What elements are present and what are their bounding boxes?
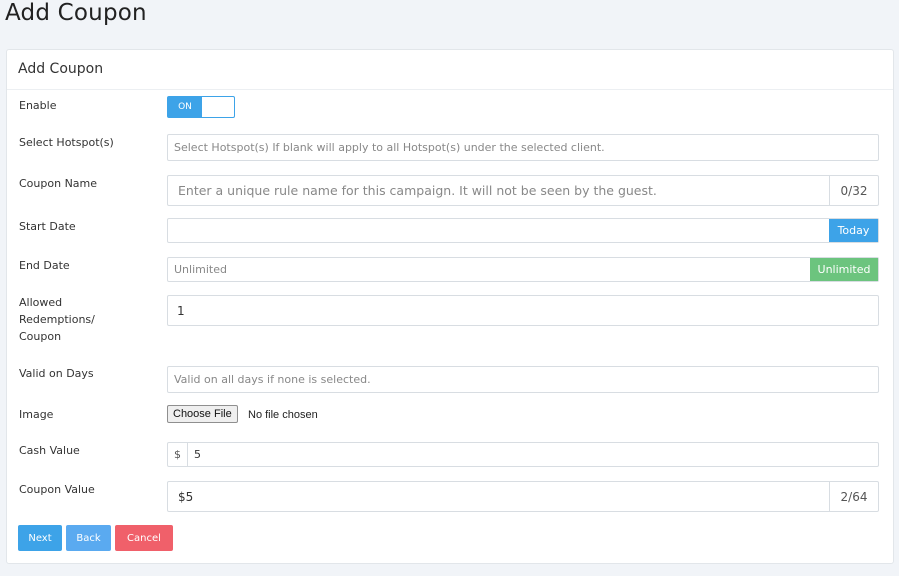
hotspots-placeholder: Select Hotspot(s) If blank will apply to… <box>174 141 605 154</box>
coupon-name-counter: 0/32 <box>829 176 878 205</box>
unlimited-button[interactable]: Unlimited <box>810 258 878 281</box>
enable-toggle[interactable]: ON <box>167 96 235 118</box>
cash-value-input[interactable]: $ 5 <box>167 442 879 467</box>
page-title: Add Coupon <box>5 0 147 26</box>
coupon-name-input[interactable]: Enter a unique rule name for this campai… <box>167 175 879 206</box>
redemptions-value: 1 <box>177 303 185 318</box>
cancel-button[interactable]: Cancel <box>115 525 173 551</box>
coupon-value-label: Coupon Value <box>19 483 95 496</box>
end-date-input[interactable]: Unlimited Unlimited <box>167 257 879 282</box>
valid-days-placeholder: Valid on all days if none is selected. <box>174 373 371 386</box>
enable-label: Enable <box>19 99 57 112</box>
panel-divider <box>7 89 893 90</box>
coupon-name-label: Coupon Name <box>19 177 98 190</box>
choose-file-button[interactable]: Choose File <box>167 405 238 423</box>
coupon-value-counter: 2/64 <box>829 482 878 511</box>
redemptions-input[interactable]: 1 <box>167 295 879 326</box>
hotspots-label: Select Hotspot(s) <box>19 136 114 149</box>
image-label: Image <box>19 408 54 421</box>
end-date-label: End Date <box>19 259 70 272</box>
panel-title: Add Coupon <box>18 61 104 77</box>
next-button[interactable]: Next <box>18 525 62 551</box>
coupon-value: $5 <box>178 489 194 504</box>
end-date-placeholder: Unlimited <box>174 263 227 276</box>
file-status: No file chosen <box>248 409 318 421</box>
coupon-name-placeholder: Enter a unique rule name for this campai… <box>178 183 657 198</box>
redemptions-label: Allowed Redemptions/ Coupon <box>19 296 95 343</box>
start-date-input[interactable]: Today <box>167 218 879 243</box>
currency-prefix: $ <box>168 443 188 466</box>
cash-value: 5 <box>194 448 201 461</box>
toggle-on-label: ON <box>168 97 202 117</box>
start-date-label: Start Date <box>19 220 76 233</box>
valid-days-label: Valid on Days <box>19 367 94 380</box>
valid-days-select[interactable]: Valid on all days if none is selected. <box>167 366 879 393</box>
add-coupon-panel: Add Coupon Enable ON Select Hotspot(s) S… <box>6 49 894 564</box>
coupon-value-input[interactable]: $5 2/64 <box>167 481 879 512</box>
today-button[interactable]: Today <box>829 219 878 242</box>
cash-value-label: Cash Value <box>19 444 80 457</box>
hotspots-select[interactable]: Select Hotspot(s) If blank will apply to… <box>167 134 879 161</box>
back-button[interactable]: Back <box>66 525 111 551</box>
